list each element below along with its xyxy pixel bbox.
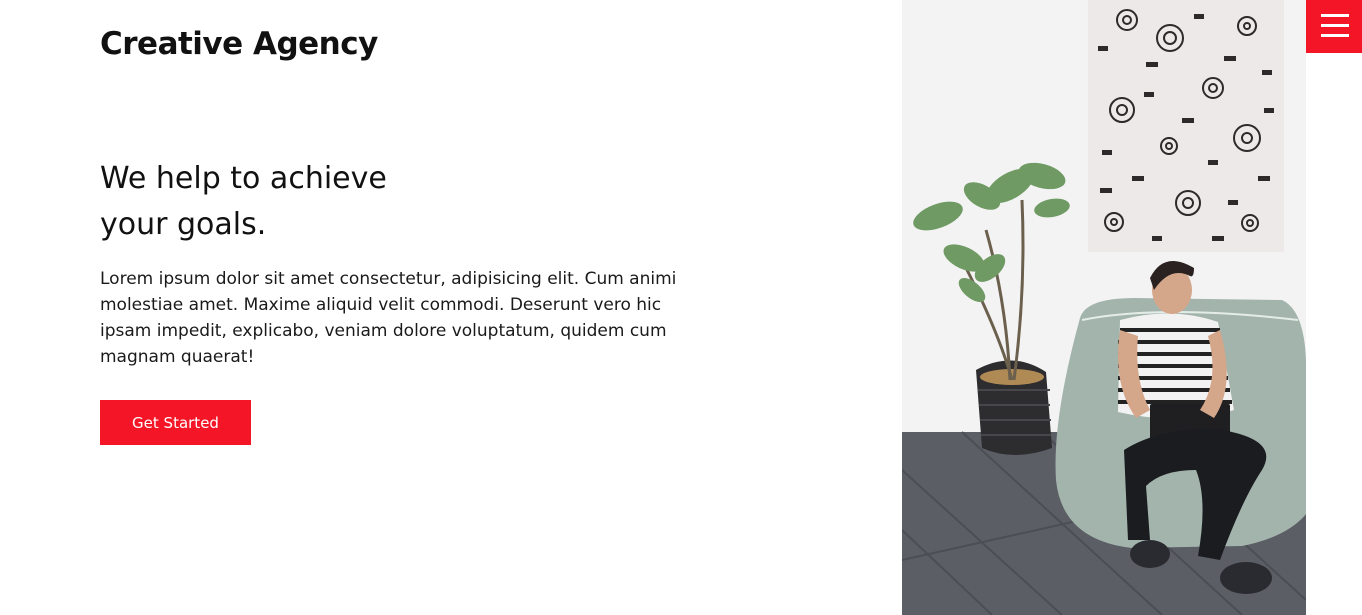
get-started-button[interactable]: Get Started (100, 400, 251, 445)
hero-heading: We help to achieve your goals. (100, 156, 387, 248)
hero-description: Lorem ipsum dolor sit amet consectetur, … (100, 269, 677, 367)
hero-image (902, 0, 1306, 615)
hamburger-menu-icon (1321, 14, 1349, 17)
hero-heading-line-1: We help to achieve (100, 161, 387, 196)
landing-page: Creative Agency We help to achieve your … (0, 0, 1362, 615)
brand-logo-text[interactable]: Creative Agency (100, 26, 378, 62)
hero-heading-line-2: your goals. (100, 207, 267, 242)
hamburger-menu-button[interactable] (1306, 0, 1362, 53)
